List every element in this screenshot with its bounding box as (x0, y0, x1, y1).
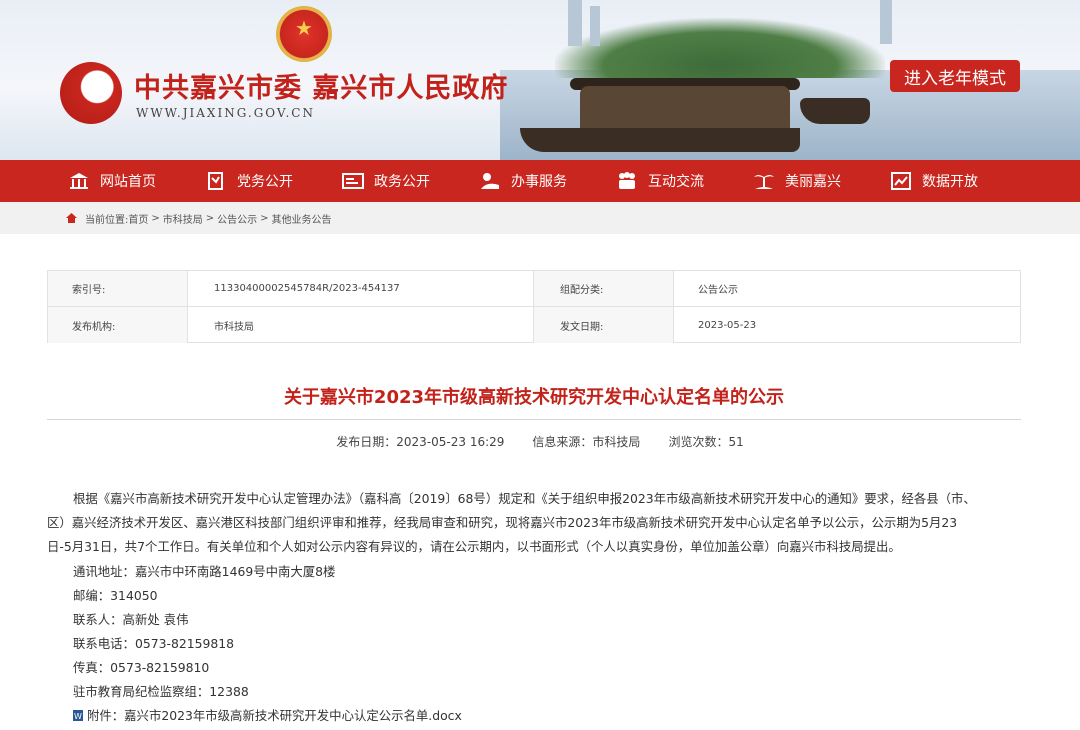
government-doc-icon (342, 170, 364, 192)
nav-item-label: 办事服务 (511, 174, 567, 190)
nav-item-open-data[interactable]: 数据开放 (890, 170, 1027, 192)
breadcrumb-link-home[interactable]: 首页 (128, 211, 148, 226)
palm-tree-icon (753, 170, 775, 192)
category-label: 组配分类: (534, 271, 674, 306)
nav-item-label: 网站首页 (100, 174, 156, 190)
article-paragraph: 根据《嘉兴市高新技术研究开发中心认定管理办法》（嘉科高〔2019〕68号）规定和… (47, 487, 1027, 559)
breadcrumb-prefix: 当前位置: (85, 214, 129, 226)
issue-date-value: 2023-05-23 (698, 319, 757, 331)
index-number-value: 11330400002545784R/2023-454137 (188, 271, 534, 306)
contact-address: 通讯地址：嘉兴市中环南路1469号中南大厦8楼 (73, 564, 336, 579)
index-number-label: 索引号: (48, 271, 188, 306)
paragraph-line: 根据《嘉兴市高新技术研究开发中心认定管理办法》（嘉科高〔2019〕68号）规定和… (73, 491, 976, 506)
breadcrumb: 当前位置: 首页 > 市科技局 > 公告公示 > 其他业务公告 (0, 202, 1080, 234)
meta-row: 发布机构: 市科技局 发文日期: 2023-05-23 (48, 307, 1020, 343)
view-count: 浏览次数：51 (668, 435, 744, 449)
national-emblem-icon: ★ (276, 6, 332, 62)
svg-text:W: W (74, 712, 82, 721)
breadcrumb-link-other-notices[interactable]: 其他业务公告 (272, 211, 332, 226)
breadcrumb-separator: > (151, 212, 160, 224)
breadcrumb-link-bureau[interactable]: 市科技局 (163, 211, 203, 226)
title-divider (47, 419, 1021, 420)
temple-icon (68, 170, 90, 192)
nav-item-label: 互动交流 (648, 174, 704, 190)
breadcrumb-separator: > (260, 212, 269, 224)
site-url: WWW.JIAXING.GOV.CN (136, 106, 315, 120)
site-banner: ★ 中共嘉兴市委 嘉兴市人民政府 WWW.JIAXING.GOV.CN 进入老年… (0, 0, 1080, 160)
main-nav: 网站首页 党务公开 政务公开 办事服务 互动交流 美丽嘉兴 数据开放 (0, 160, 1080, 202)
contact-person: 联系人：高新处 袁伟 (73, 612, 189, 627)
paragraph-line: 日-5月31日，共7个工作日。有关单位和个人如对公示内容有异议的，请在公示期内，… (47, 539, 901, 554)
attachment-label: 附件： (87, 708, 125, 723)
banner-building (568, 0, 582, 46)
nav-item-label: 党务公开 (237, 174, 293, 190)
publisher-label: 发布机构: (48, 307, 188, 343)
elder-mode-button[interactable]: 进入老年模式 (890, 60, 1020, 92)
service-hand-icon (479, 170, 501, 192)
article-title: 关于嘉兴市2023年市级高新技术研究开发中心认定名单的公示 (283, 387, 785, 408)
attachment: W 附件： 嘉兴市2023年市级高新技术研究开发中心认定公示名单.docx (73, 706, 462, 724)
publish-date: 发布日期：2023-05-23 16:29 (336, 435, 505, 449)
category-value: 公告公示 (698, 285, 738, 296)
nav-item-label: 政务公开 (374, 174, 430, 190)
word-document-icon: W (73, 709, 83, 721)
breadcrumb-separator: > (205, 212, 215, 224)
contact-phone: 联系电话：0573-82159818 (73, 636, 235, 651)
small-boat (800, 98, 870, 124)
publisher-value: 市科技局 (188, 307, 534, 343)
banner-building (880, 0, 892, 44)
paragraph-line: 区）嘉兴经济技术开发区、嘉兴港区科技部门组织评审和推荐，经我局审查和研究，现将嘉… (47, 515, 958, 530)
info-source: 信息来源：市科技局 (532, 435, 641, 449)
article-info-line: 发布日期：2023-05-23 16:29 信息来源：市科技局 浏览次数：51 (0, 433, 1080, 450)
nav-item-label: 数据开放 (922, 174, 978, 190)
nav-item-government[interactable]: 政务公开 (342, 170, 479, 192)
meta-row: 索引号: 11330400002545784R/2023-454137 组配分类… (48, 271, 1020, 307)
party-doc-icon (205, 170, 227, 192)
nav-item-label: 美丽嘉兴 (785, 174, 841, 190)
red-boat-cabin (580, 86, 790, 130)
nav-item-service[interactable]: 办事服务 (479, 170, 616, 192)
home-icon (66, 213, 77, 223)
banner-building (590, 6, 600, 46)
nav-item-interaction[interactable]: 互动交流 (616, 170, 753, 192)
nav-item-party[interactable]: 党务公开 (205, 170, 342, 192)
nav-item-home[interactable]: 网站首页 (68, 170, 205, 192)
supervision-phone: 驻市教育局纪检监察组：12388 (73, 684, 249, 699)
breadcrumb-link-notices[interactable]: 公告公示 (217, 211, 257, 226)
contact-postcode: 邮编：314050 (73, 588, 158, 603)
attachment-file-link[interactable]: 嘉兴市2023年市级高新技术研究开发中心认定公示名单.docx (124, 706, 462, 724)
nav-item-beautiful-jiaxing[interactable]: 美丽嘉兴 (753, 170, 890, 192)
issue-date-label: 发文日期: (534, 307, 674, 343)
people-icon (616, 170, 638, 192)
contact-fax: 传真：0573-82159810 (73, 660, 210, 675)
document-meta-table: 索引号: 11330400002545784R/2023-454137 组配分类… (47, 270, 1021, 343)
red-boat-hull (520, 128, 800, 152)
site-title[interactable]: 中共嘉兴市委 嘉兴市人民政府 (134, 66, 508, 105)
site-logo-icon[interactable] (60, 62, 122, 124)
banner-island-image (555, 18, 885, 78)
data-chart-icon (890, 170, 912, 192)
